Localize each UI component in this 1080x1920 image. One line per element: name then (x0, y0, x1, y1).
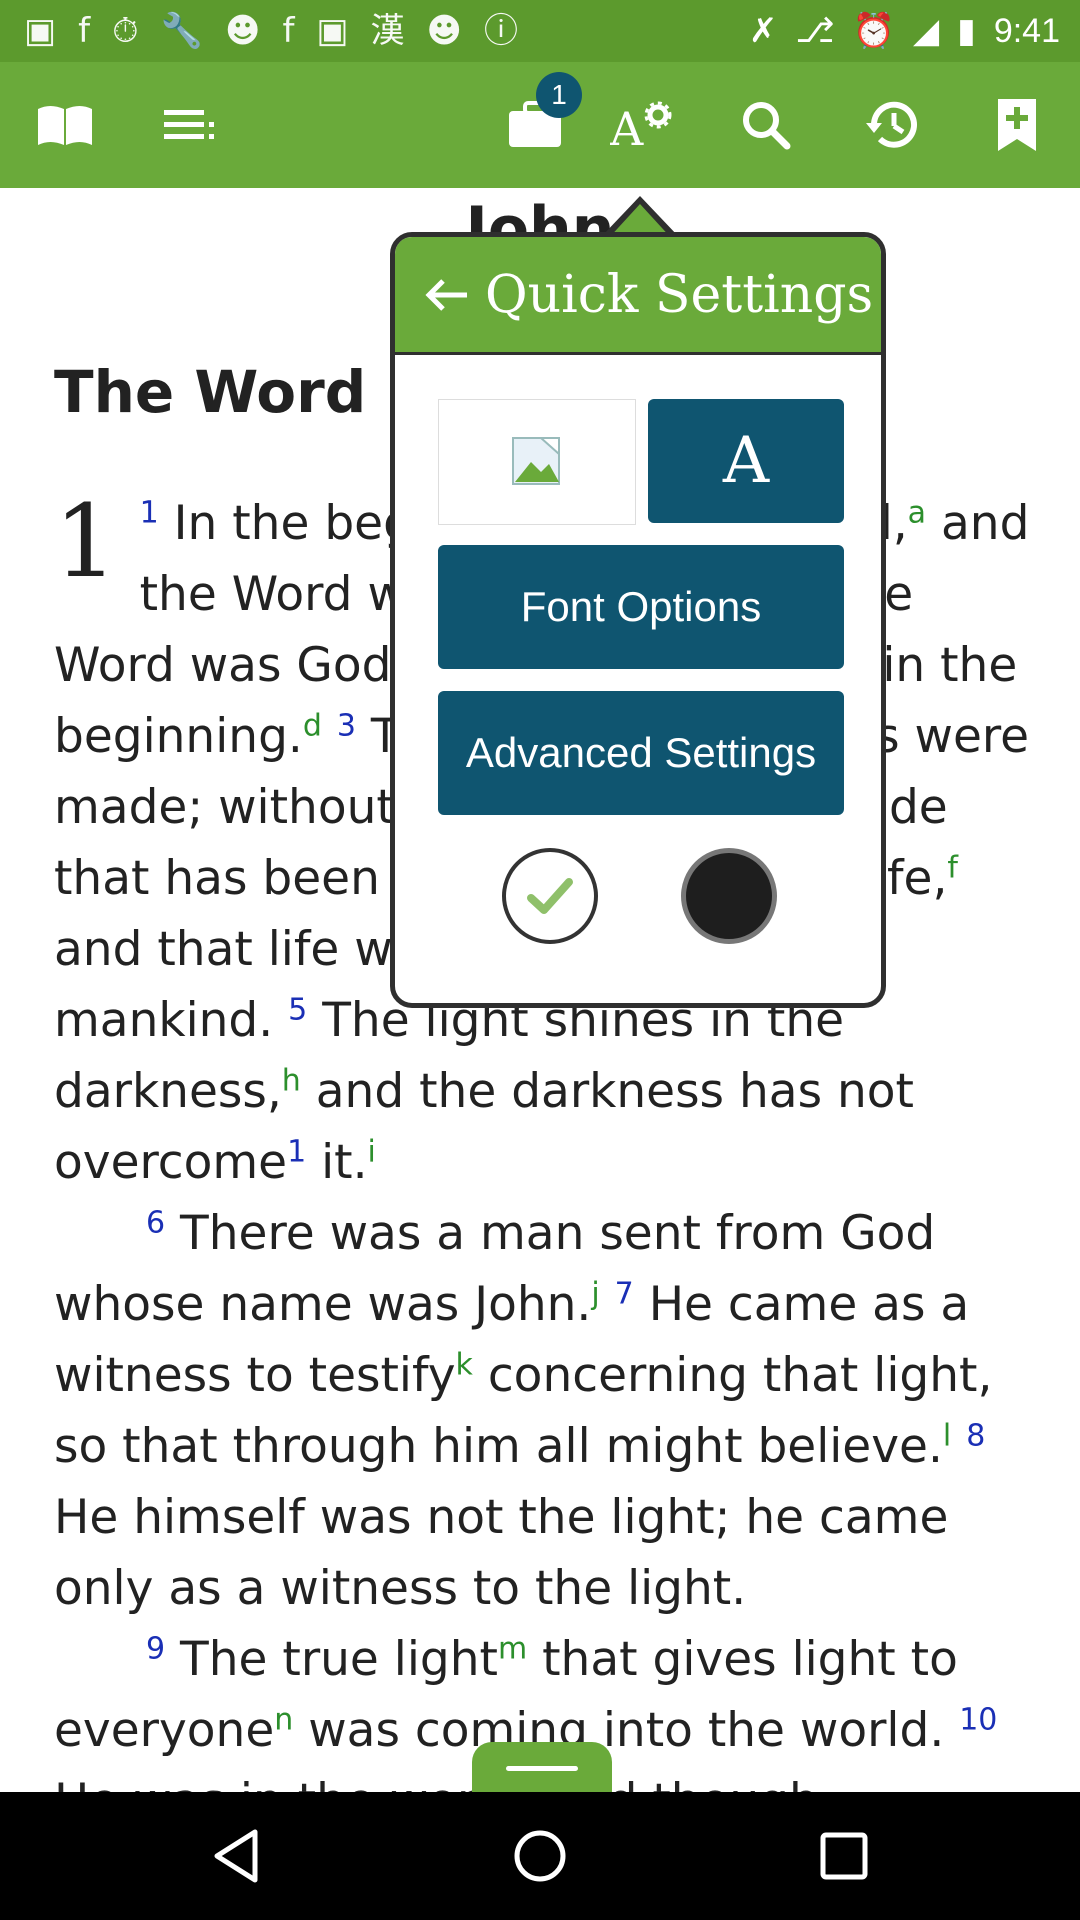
dark-theme-swatch[interactable] (681, 848, 777, 944)
navigation-bar (0, 1792, 1080, 1920)
resources-button[interactable]: 1 (480, 62, 590, 188)
text-settings-icon: A (610, 101, 672, 149)
quick-settings-button[interactable]: A (606, 62, 676, 188)
back-triangle-icon (214, 1829, 258, 1883)
popup-title: Quick Settings (485, 264, 874, 325)
info-icon: ⓘ (484, 11, 518, 51)
search-button[interactable] (736, 62, 796, 188)
notification-icons: ▣ f ⏱ 🔧 ☻ f ▣ 漢 ☻ ⓘ (0, 14, 518, 48)
facebook-icon: f (282, 11, 295, 51)
font-options-button[interactable]: Font Options (438, 545, 844, 669)
facebook-icon: f (78, 11, 91, 51)
menu-icon (164, 110, 214, 139)
wifi-icon: ◢ (912, 11, 940, 51)
back-button[interactable] (425, 270, 475, 320)
advanced-settings-button[interactable]: Advanced Settings (438, 691, 844, 815)
quick-settings-popup: Quick Settings A Font Options Advanced S… (390, 232, 886, 1008)
font-size-button[interactable]: A (648, 399, 844, 523)
message-icon: ▣ (24, 11, 57, 51)
wrench-icon: 🔧 (160, 11, 203, 51)
drawer-handle[interactable] (472, 1742, 612, 1796)
qt-icon: ▣ (316, 11, 349, 51)
popup-header: Quick Settings (395, 237, 881, 355)
no-signal-icon: ✗ (748, 11, 778, 51)
broken-image-icon (512, 437, 560, 485)
home-nav-button[interactable] (470, 1792, 610, 1920)
history-icon (866, 101, 917, 148)
chapter-number: 1 (54, 483, 118, 600)
app-toolbar: 1 A (0, 62, 1080, 188)
back-nav-button[interactable] (166, 1792, 306, 1920)
svg-text:A: A (610, 102, 644, 149)
smiley-icon: ☻ (426, 11, 462, 51)
alarm-icon: ⏰ (852, 11, 895, 51)
battery-icon: ▮ (957, 11, 976, 51)
chinese-icon: 漢 (370, 11, 405, 51)
back-arrow-icon (425, 278, 467, 311)
clock: 9:41 (993, 11, 1060, 50)
history-button[interactable] (860, 62, 924, 188)
search-icon (743, 102, 791, 150)
home-circle-icon (514, 1830, 566, 1882)
stopwatch-icon: ⏱ (112, 11, 139, 51)
checkmark-icon (527, 878, 573, 914)
recents-square-icon (820, 1832, 868, 1880)
status-bar: ▣ f ⏱ 🔧 ☻ f ▣ 漢 ☻ ⓘ ✗ ⎇ ⏰ ◢ ▮ 9:41 (0, 0, 1080, 62)
bookmark-add-icon (998, 99, 1036, 151)
add-bookmark-button[interactable] (990, 62, 1044, 188)
light-theme-swatch[interactable] (502, 848, 598, 944)
smiley-icon: ☻ (224, 11, 261, 51)
library-button[interactable] (30, 62, 100, 188)
bluetooth-icon: ⎇ (795, 11, 835, 51)
menu-button[interactable] (160, 62, 220, 188)
notification-badge: 1 (536, 72, 582, 118)
book-icon (38, 106, 92, 145)
broken-image-tile[interactable] (438, 399, 636, 525)
recents-nav-button[interactable] (774, 1792, 914, 1920)
